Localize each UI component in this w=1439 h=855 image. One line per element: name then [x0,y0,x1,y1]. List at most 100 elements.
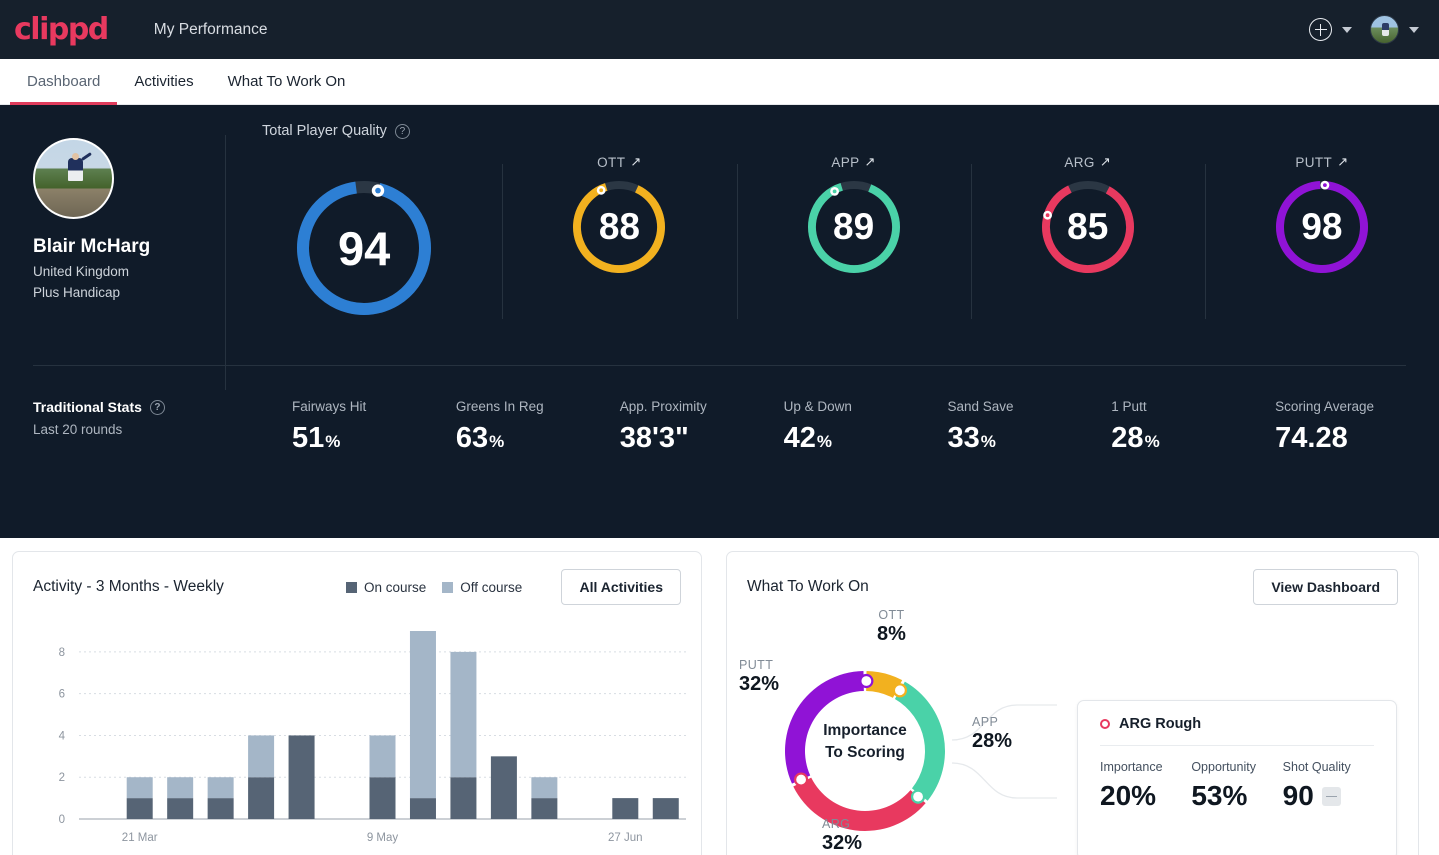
top-bar-actions [1309,15,1419,44]
stat-value: 63 [455,422,489,454]
gauge-putt-value: 98 [1301,206,1343,247]
gauge-arg-value: 85 [1067,206,1109,247]
player-country: United Kingdom [33,264,130,279]
stat-fairways-hit: Fairways Hit 51% [292,399,456,455]
gauge-app-title: APP ↗ [831,154,876,170]
what-to-work-on-card: What To Work On View Dashboard Importanc… [726,551,1419,855]
donut-label-value: 28% [972,730,1013,752]
donut-label-putt: PUTT 32% [739,658,779,696]
donut-label-key: PUTT [739,658,774,672]
tab-dashboard[interactable]: Dashboard [10,59,118,105]
bottom-cards: Activity - 3 Months - Weekly On course O… [0,538,1439,855]
activity-legend: On course Off course [345,580,522,595]
wtwo-card-title: What To Work On [747,578,869,595]
traditional-stats-items: Fairways Hit 51% Greens In Reg 63% App. … [292,399,1439,455]
question-mark-icon[interactable]: ? [149,399,165,415]
stat-value: 51 [292,422,325,454]
clippd-logo[interactable]: clippd [12,12,109,47]
donut-label-ott: OTT 8% [877,608,906,646]
svg-text:9 May: 9 May [367,832,399,844]
avatar[interactable] [1370,15,1399,44]
top-bar: clippd My Performance [0,0,1439,59]
svg-text:6: 6 [59,689,65,701]
legend-label: Off course [460,579,523,595]
gauge-arg-title: ARG ↗ [1064,154,1111,170]
donut-label-value: 32% [822,832,863,854]
stat-unit: % [325,432,341,451]
view-dashboard-button[interactable]: View Dashboard [1253,569,1398,605]
gauge-arg-label: ARG [1064,154,1095,170]
gauge-total[interactable]: 94 [226,154,502,320]
stat-unit: % [1144,432,1160,451]
tab-what-to-work-on[interactable]: What To Work On [211,59,363,104]
metric-importance: Importance 20% [1100,760,1191,812]
detail-card[interactable]: ARG Rough Importance 20% Opportunity 53%… [1077,700,1397,855]
donut-label-arg: ARG 32% [822,817,862,855]
tpq-text: Total Player Quality [262,123,387,139]
total-player-quality-label: Total Player Quality ? [262,123,410,139]
player-handicap: Plus Handicap [33,285,121,300]
gauge-app-value: 89 [833,206,875,247]
legend-off-course: Off course [442,580,522,595]
svg-text:8: 8 [59,647,65,659]
plus-circle-icon[interactable] [1309,18,1332,41]
chevron-down-icon-add[interactable] [1342,26,1352,33]
stat-unit: % [980,432,996,451]
stat-value: 33 [947,422,980,454]
detail-card-divider [1100,745,1374,746]
activity-card-title: Activity - 3 Months - Weekly [33,578,224,595]
tab-activities[interactable]: Activities [117,59,210,104]
legend-swatch [345,581,357,593]
stat-value: 28 [1111,422,1144,454]
stat-1-putt: 1 Putt 28% [1111,399,1275,455]
chevron-down-icon-profile[interactable] [1409,26,1419,33]
gauge-arg[interactable]: ARG ↗ 85 [970,154,1205,319]
traditional-stats-header: Traditional Stats ? Last 20 rounds [0,399,292,437]
stat-label: Scoring Average [1275,399,1374,414]
metric-value: 20% [1100,780,1157,811]
metric-value: 53% [1191,780,1248,811]
wtwo-card-header: What To Work On View Dashboard [727,552,1418,605]
gauge-app[interactable]: APP ↗ 89 [736,154,971,319]
player-quality-row: Blair McHarg United Kingdom Plus Handica… [0,105,1439,390]
gauge-putt-title: PUTT ↗ [1295,154,1348,170]
stat-value: 74.28 [1275,422,1348,454]
gauge-putt-label: PUTT [1295,154,1333,170]
all-activities-button[interactable]: All Activities [561,569,681,605]
metric-opportunity: Opportunity 53% [1191,760,1282,812]
gauge-ott[interactable]: OTT ↗ 88 [502,154,736,319]
gauge-app-label: APP [831,154,860,170]
donut-label-key: ARG [822,817,851,831]
svg-text:27 Jun: 27 Jun [608,832,643,844]
traditional-stats: Traditional Stats ? Last 20 rounds Fairw… [0,365,1439,505]
player-avatar[interactable] [33,138,114,219]
app-name: My Performance [153,20,268,38]
trend-up-icon: ↗ [864,154,876,169]
gauge-strip: 94 OTT ↗ 88 APP ↗ 89 ARG ↗ 85 PUTT ↗ 98 [226,121,1439,362]
stat-value: 38'3" [619,422,689,454]
activity-card: Activity - 3 Months - Weekly On course O… [12,551,702,855]
player-name: Blair McHarg [33,236,151,257]
metric-label: Importance [1100,760,1163,774]
stat-app-proximity: App. Proximity 38'3" [620,399,784,455]
legend-swatch [442,581,454,593]
svg-text:2: 2 [59,772,65,784]
stat-greens-in-reg: Greens In Reg 63% [456,399,620,455]
gauge-putt-ring: 98 [1272,177,1372,277]
tab-bar: Dashboard Activities What To Work On [0,59,1439,105]
gauge-putt[interactable]: PUTT ↗ 98 [1204,154,1439,319]
gauge-ott-label: OTT [597,154,626,170]
activity-bar-chart: 0 2 4 6 8 21 Mar 9 May 27 Jun [21,619,693,855]
gauge-arg-ring: 85 [1038,177,1138,277]
stat-scoring-average: Scoring Average 74.28 [1275,399,1439,455]
quality-gauges: Total Player Quality ? 94 OTT ↗ 88 APP ↗… [226,121,1439,362]
activity-chart-svg: 0 2 4 6 8 21 Mar 9 May 27 Jun [59,631,686,844]
stat-value: 42 [783,422,816,454]
question-mark-icon[interactable]: ? [394,123,410,139]
detail-card-metrics: Importance 20% Opportunity 53% Shot Qual… [1100,760,1374,812]
gauge-app-ring: 89 [804,177,904,277]
donut-label-value: 32% [739,673,780,695]
minus-badge-icon [1321,786,1341,806]
metric-shot-quality: Shot Quality 90 [1283,760,1374,812]
trend-up-icon: ↗ [1337,154,1349,169]
